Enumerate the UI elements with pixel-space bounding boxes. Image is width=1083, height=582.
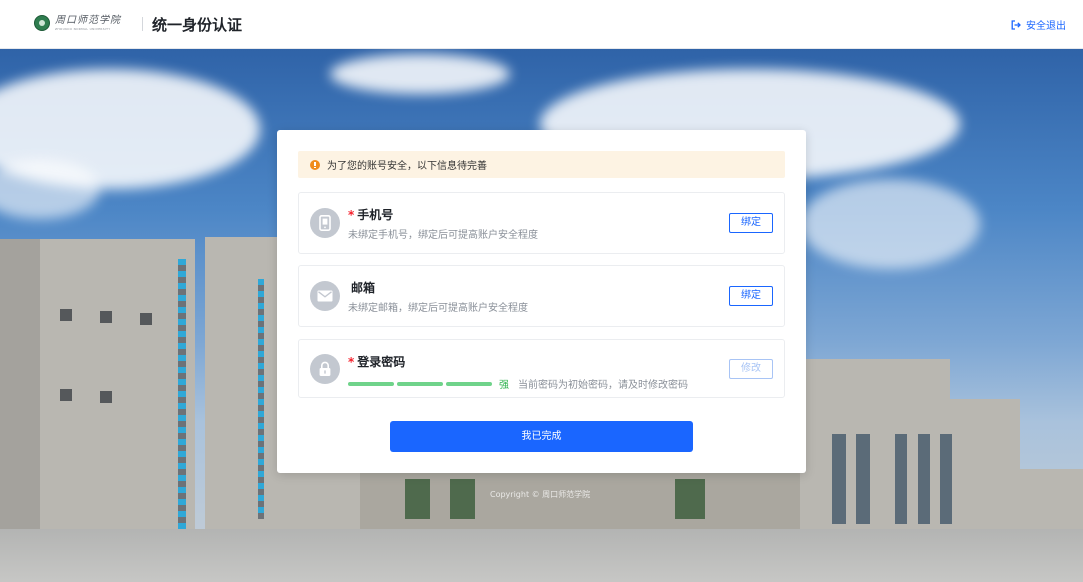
email-title-label: 邮箱 [351,281,376,295]
strength-bar-1 [348,381,394,386]
strength-label: 强 [499,380,509,391]
password-strength-meter: 强 当前密码为初始密码，请及时修改密码 [348,376,688,391]
strength-bar-3 [446,381,492,386]
required-mark: * [348,208,355,222]
university-seal-icon [34,15,50,31]
warning-icon [310,159,320,170]
phone-title: * 手机号 [348,206,393,223]
security-alert: 为了您的账号安全，以下信息待完善 [298,151,785,178]
phone-title-label: 手机号 [357,208,394,222]
lock-icon [310,354,340,384]
password-title: * 登录密码 [348,353,405,370]
email-description: 未绑定邮箱，绑定后可提高账户安全程度 [348,303,528,314]
logout-label: 安全退出 [1026,21,1066,32]
copyright-text: Copyright © 周口师范学院 [490,490,591,499]
account-completion-card: 为了您的账号安全，以下信息待完善 * 手机号 未绑定手机号，绑定后可提高账户安全程… [277,130,806,473]
phone-binding-item: * 手机号 未绑定手机号，绑定后可提高账户安全程度 绑定 [298,192,785,254]
logo-name-cn: 周口师范学院 [55,14,121,26]
top-header: 周口师范学院 ZHOUKOU NORMAL UNIVERSITY 统一身份认证 … [0,0,1083,49]
logo-name-en: ZHOUKOU NORMAL UNIVERSITY [55,26,111,31]
bind-phone-button[interactable]: 绑定 [729,213,773,233]
page-title: 统一身份认证 [152,16,243,34]
logout-icon [1011,19,1021,30]
logout-button[interactable]: 安全退出 [1011,17,1066,32]
phone-description: 未绑定手机号，绑定后可提高账户安全程度 [348,230,538,241]
modify-password-button[interactable]: 修改 [729,359,773,379]
university-logo[interactable]: 周口师范学院 ZHOUKOU NORMAL UNIVERSITY [34,15,121,31]
required-mark: * [348,355,355,369]
mail-icon [310,281,340,311]
header-divider [142,17,143,31]
email-binding-item: 邮箱 未绑定邮箱，绑定后可提高账户安全程度 绑定 [298,265,785,327]
password-title-label: 登录密码 [357,355,406,369]
done-button[interactable]: 我已完成 [390,421,693,452]
email-title: 邮箱 [348,279,375,296]
alert-text: 为了您的账号安全，以下信息待完善 [327,161,487,172]
password-item: * 登录密码 强 当前密码为初始密码，请及时修改密码 修改 [298,339,785,398]
phone-icon [310,208,340,238]
bind-email-button[interactable]: 绑定 [729,286,773,306]
password-note: 当前密码为初始密码，请及时修改密码 [518,380,688,391]
strength-bar-2 [397,381,443,386]
